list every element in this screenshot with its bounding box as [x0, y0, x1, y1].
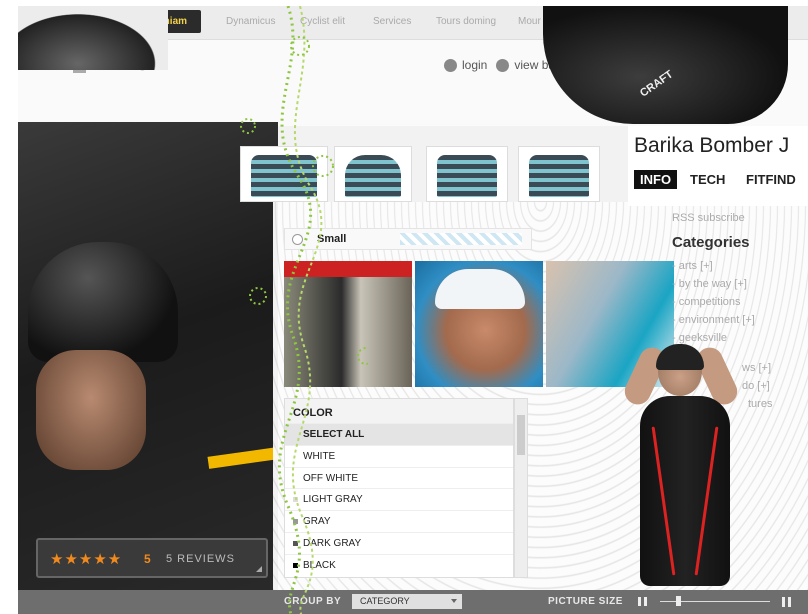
star-rating-icon: ★★★★★ [50, 551, 123, 568]
glove-brand-logo: CRAFT [637, 68, 676, 100]
size-availability-bar [400, 233, 522, 245]
bottom-toolbar: GROUP BY CATEGORY PICTURE SIZE [18, 590, 808, 614]
categories-heading: Categories [672, 234, 750, 251]
tab-tech[interactable]: TECH [684, 170, 731, 189]
rss-subscribe-link[interactable]: RSS subscribe [672, 212, 802, 224]
swim-cap [656, 344, 704, 370]
page-frame: Veniam Dynamicus Cyclist elit Services T… [18, 6, 808, 614]
helmet-shape [28, 242, 178, 362]
category-item[interactable]: - environment [+] [672, 311, 802, 329]
product-header: Barika Bomber J INFO TECH FITFIND [628, 126, 808, 206]
product-thumbnail[interactable] [426, 146, 508, 202]
color-list-scrollbar[interactable] [514, 398, 528, 578]
group-by-select[interactable]: CATEGORY [352, 594, 462, 609]
large-grid-icon[interactable] [782, 597, 792, 607]
cyclist-face [36, 350, 146, 470]
gloves-photo: CRAFT [543, 6, 788, 124]
product-thumbnail[interactable] [518, 146, 600, 202]
nav-tab-services[interactable]: Services [373, 16, 411, 27]
swimsuit [640, 396, 730, 586]
tab-info[interactable]: INFO [634, 170, 678, 189]
rating-value: 5 [144, 552, 151, 566]
slider-handle[interactable] [676, 596, 681, 606]
nav-tab-mour[interactable]: Mour [518, 16, 541, 27]
category-item[interactable]: - by the way [+] [672, 275, 802, 293]
small-grid-icon[interactable] [638, 597, 647, 606]
category-item[interactable]: - arts [+] [672, 257, 802, 275]
top-helmet-photo [18, 6, 168, 70]
login-icon [444, 58, 457, 72]
swimmer-photo [618, 336, 768, 591]
product-title: Barika Bomber J [634, 134, 790, 157]
chevron-down-icon [451, 599, 457, 603]
nav-tab-tours-doming[interactable]: Tours doming [436, 16, 496, 27]
login-link[interactable]: login [462, 58, 487, 72]
decorative-vine [240, 6, 368, 614]
category-item[interactable]: - competitions [672, 293, 802, 311]
basket-icon [496, 58, 510, 72]
picture-size-label: PICTURE SIZE [548, 596, 623, 607]
product-photo-goggles[interactable] [415, 261, 543, 387]
tab-fitfind[interactable]: FITFIND [740, 170, 802, 189]
scrollbar-thumb[interactable] [517, 415, 525, 455]
